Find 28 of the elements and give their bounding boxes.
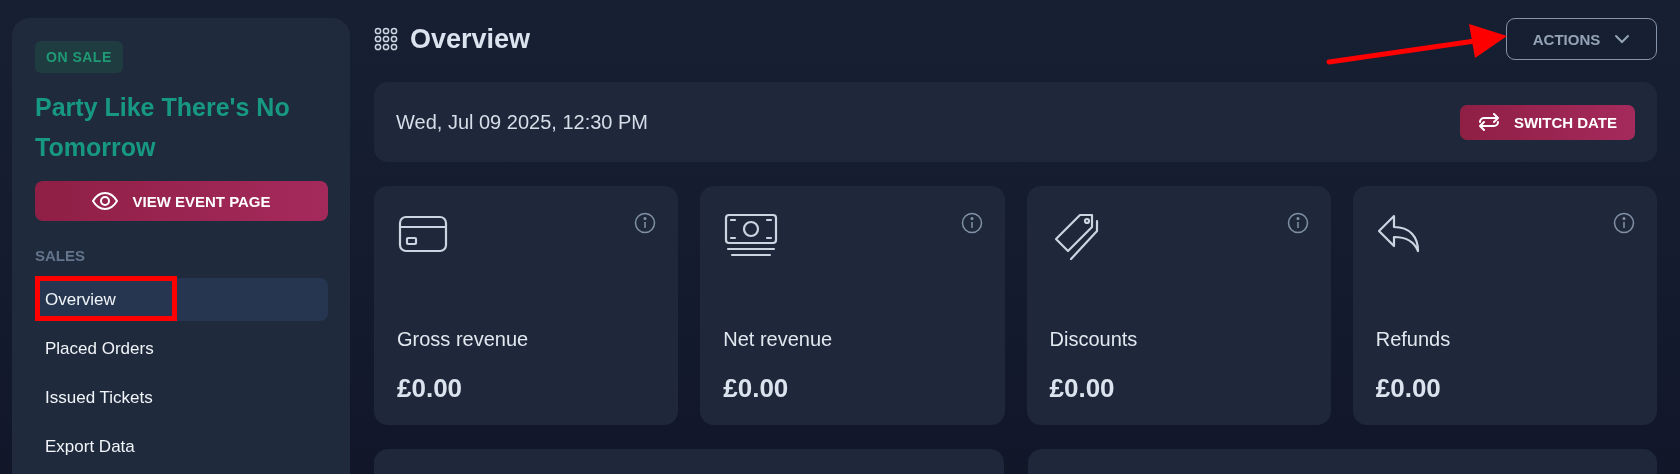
banknote-icon — [723, 212, 780, 258]
nav-item[interactable]: Placed Orders — [35, 327, 328, 370]
info-icon[interactable] — [1613, 212, 1635, 234]
nav-item[interactable]: Export Data — [35, 425, 328, 468]
actions-button[interactable]: ACTIONS — [1506, 18, 1657, 60]
switch-date-button[interactable]: SWITCH DATE — [1459, 104, 1635, 140]
chevron-down-icon — [1614, 34, 1631, 44]
stat-value: £0.00 — [1049, 373, 1116, 404]
view-event-button[interactable]: VIEW EVENT PAGE — [35, 181, 328, 221]
swap-arrows-icon — [1477, 113, 1500, 131]
section-label: SALES — [35, 247, 85, 264]
stat-label: Discounts — [1049, 328, 1139, 351]
stat-label: Gross revenue — [397, 328, 530, 351]
stat-value: £0.00 — [723, 373, 790, 404]
stat-label: Net revenue — [723, 328, 834, 351]
page-title: Overview — [410, 23, 531, 55]
nav-item[interactable]: Issued Tickets — [35, 376, 328, 419]
eye-icon — [92, 192, 119, 210]
event-title: Party Like There's No Tomorrow — [35, 92, 291, 163]
status-badge: ON SALE — [35, 41, 123, 73]
stat-value: £0.00 — [1375, 373, 1442, 404]
grid-dots-icon — [374, 27, 398, 51]
info-icon[interactable] — [960, 212, 983, 234]
info-icon[interactable] — [1286, 212, 1309, 234]
stat-label: Refunds — [1375, 328, 1452, 351]
stat-value: £0.00 — [397, 373, 464, 404]
info-icon[interactable] — [634, 212, 657, 234]
event-date: Wed, Jul 09 2025, 12:30 PM — [396, 110, 648, 134]
